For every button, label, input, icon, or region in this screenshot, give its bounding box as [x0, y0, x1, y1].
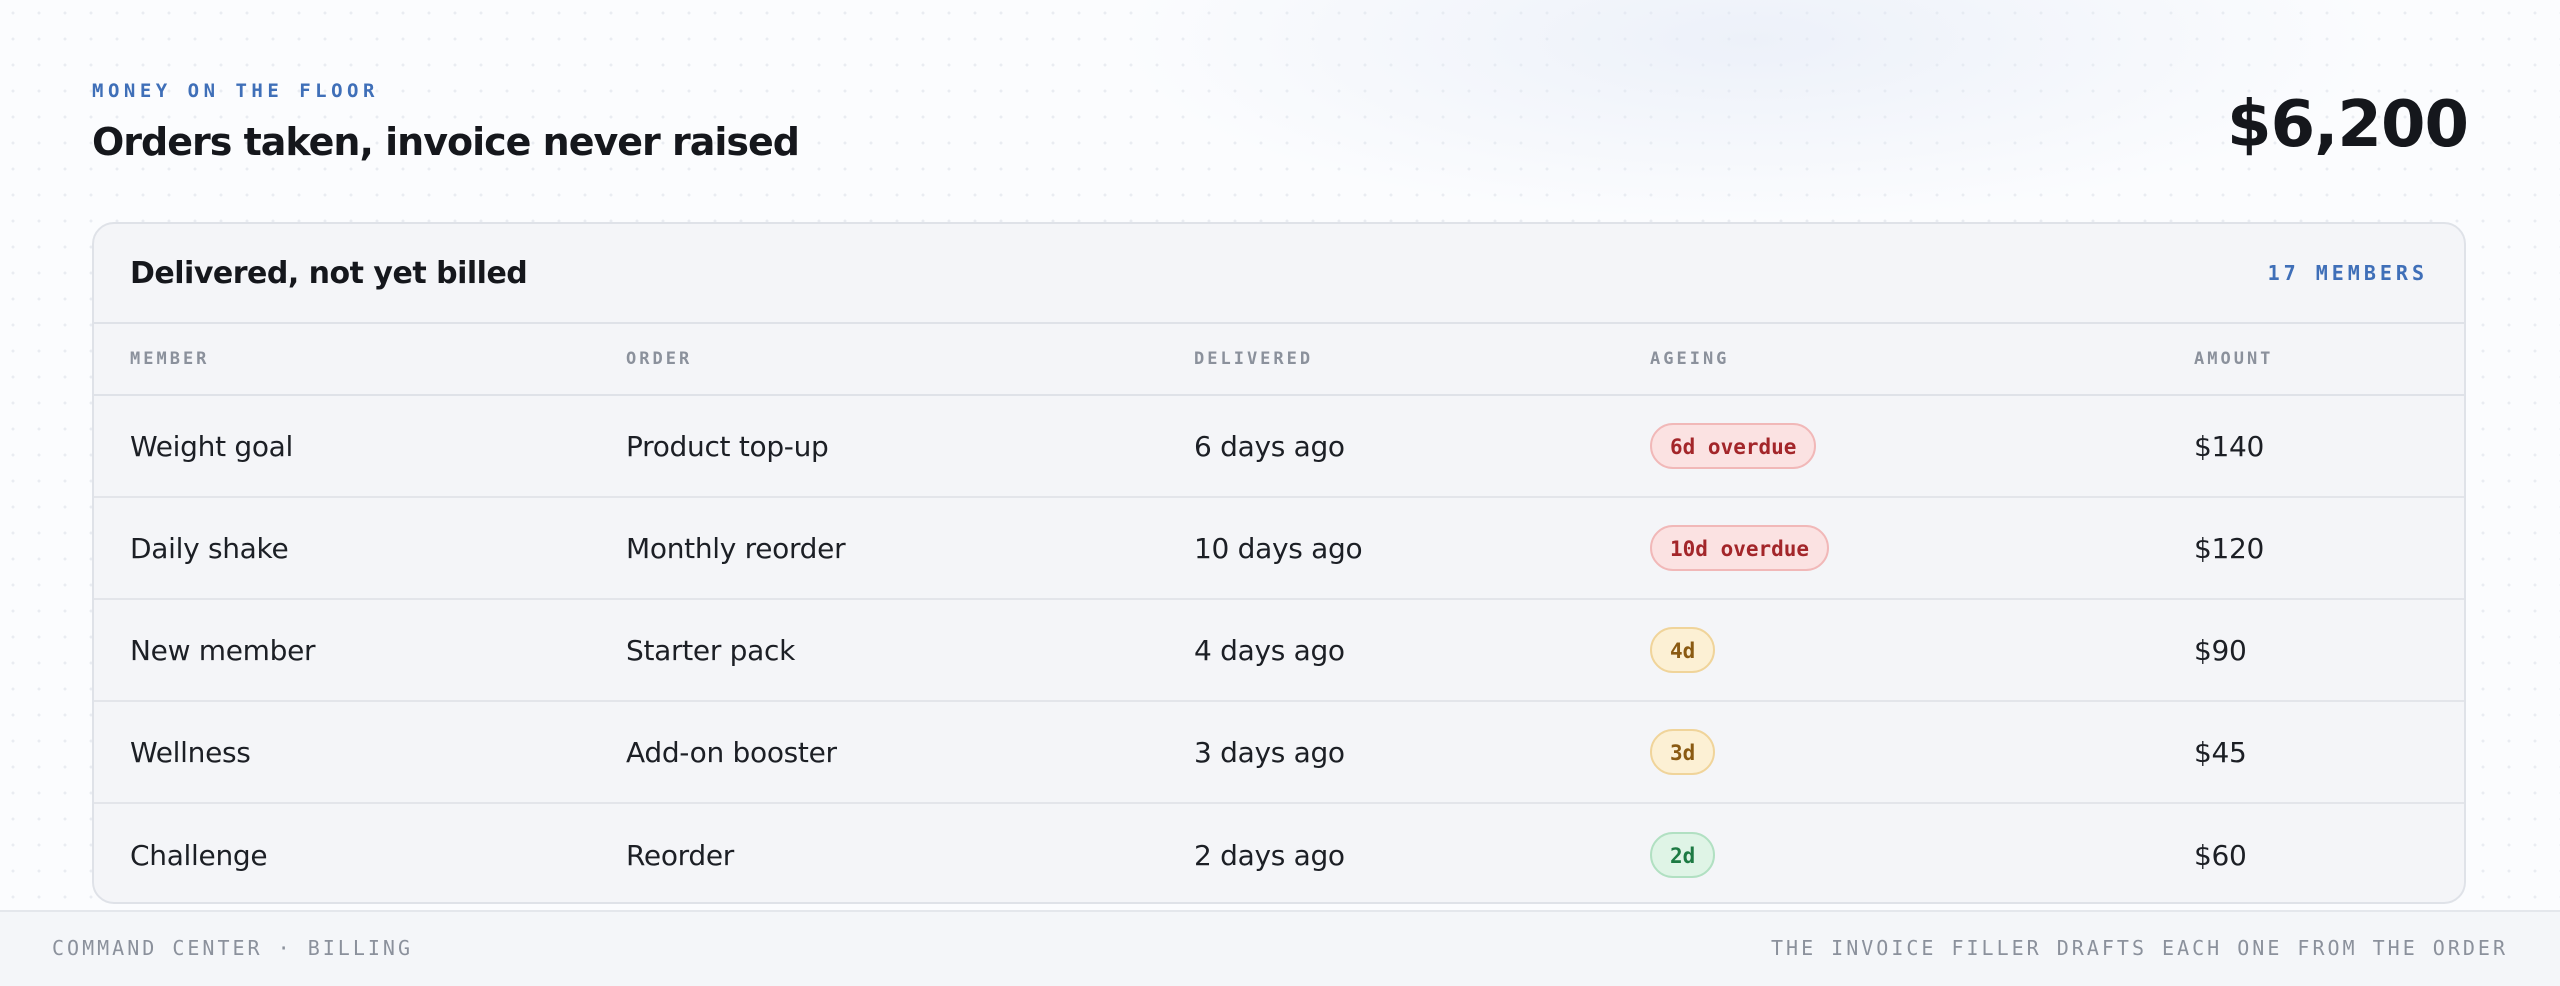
ageing-badge: 2d — [1650, 832, 1716, 878]
column-header-delivered[interactable]: DELIVERED — [1194, 349, 1313, 369]
delivered-cell: 3 days ago — [1194, 735, 1345, 769]
ageing-cell: 6d overdue — [1650, 423, 1817, 469]
ageing-badge: 6d overdue — [1650, 423, 1817, 469]
card-title: Delivered, not yet billed — [130, 255, 528, 291]
table-row[interactable]: Challenge Reorder 2 days ago 2d $60 — [94, 804, 2464, 902]
column-header-member[interactable]: MEMBER — [130, 349, 209, 369]
column-header-amount[interactable]: AMOUNT — [2194, 349, 2273, 369]
ageing-badge: 3d — [1650, 729, 1716, 775]
total-amount: $6,200 — [2227, 88, 2469, 162]
delivered-cell: 10 days ago — [1194, 531, 1363, 565]
delivered-cell: 4 days ago — [1194, 633, 1345, 667]
ageing-badge: 10d overdue — [1650, 525, 1830, 571]
section-eyebrow: MONEY ON THE FLOOR — [92, 80, 379, 102]
card-header: Delivered, not yet billed 17 MEMBERS — [94, 224, 2464, 324]
members-count-badge: 17 MEMBERS — [2267, 261, 2428, 285]
page-title: Orders taken, invoice never raised — [92, 120, 800, 164]
order-cell: Add-on booster — [626, 735, 837, 769]
footer-note: THE INVOICE FILLER DRAFTS EACH ONE FROM … — [1770, 936, 2508, 960]
member-cell: Challenge — [130, 838, 268, 872]
ageing-cell: 4d — [1650, 627, 1716, 673]
delivered-cell: 6 days ago — [1194, 429, 1345, 463]
footer-breadcrumb: COMMAND CENTER · BILLING — [52, 936, 413, 960]
amount-cell: $140 — [2194, 429, 2265, 463]
table-row[interactable]: New member Starter pack 4 days ago 4d $9… — [94, 600, 2464, 702]
table-header: MEMBER ORDER DELIVERED AGEING AMOUNT — [94, 324, 2464, 396]
ageing-cell: 3d — [1650, 729, 1716, 775]
delivered-cell: 2 days ago — [1194, 838, 1345, 872]
amount-cell: $60 — [2194, 838, 2247, 872]
ageing-cell: 2d — [1650, 832, 1716, 878]
table-body: Weight goal Product top-up 6 days ago 6d… — [94, 396, 2464, 902]
order-cell: Product top-up — [626, 429, 829, 463]
unbilled-orders-card: Delivered, not yet billed 17 MEMBERS MEM… — [92, 222, 2466, 904]
table-row[interactable]: Wellness Add-on booster 3 days ago 3d $4… — [94, 702, 2464, 804]
member-cell: Wellness — [130, 735, 251, 769]
column-header-ageing[interactable]: AGEING — [1650, 349, 1729, 369]
member-cell: New member — [130, 633, 316, 667]
table-row[interactable]: Weight goal Product top-up 6 days ago 6d… — [94, 396, 2464, 498]
ageing-badge: 4d — [1650, 627, 1716, 673]
amount-cell: $120 — [2194, 531, 2265, 565]
order-cell: Starter pack — [626, 633, 795, 667]
member-cell: Weight goal — [130, 429, 293, 463]
amount-cell: $90 — [2194, 633, 2247, 667]
footer-bar: COMMAND CENTER · BILLING THE INVOICE FIL… — [0, 910, 2560, 986]
amount-cell: $45 — [2194, 735, 2247, 769]
order-cell: Reorder — [626, 838, 734, 872]
column-header-order[interactable]: ORDER — [626, 349, 692, 369]
table-row[interactable]: Daily shake Monthly reorder 10 days ago … — [94, 498, 2464, 600]
order-cell: Monthly reorder — [626, 531, 846, 565]
ageing-cell: 10d overdue — [1650, 525, 1830, 571]
member-cell: Daily shake — [130, 531, 289, 565]
